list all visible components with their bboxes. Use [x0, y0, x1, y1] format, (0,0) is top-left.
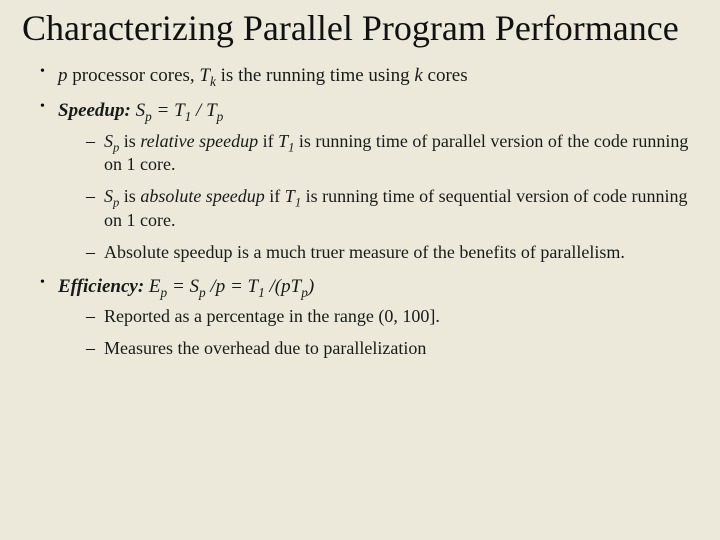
sub-absolute-speedup: Sp is absolute speedup if T1 is running … — [86, 185, 698, 233]
var-S: S — [190, 276, 200, 297]
sub-percentage-range: Reported as a percentage in the range (0… — [86, 305, 698, 329]
var-T: T — [206, 100, 217, 121]
efficiency-label: Efficiency: — [58, 276, 144, 297]
var-T: T — [199, 65, 210, 86]
var-T: T — [285, 186, 295, 206]
sub-1: 1 — [258, 285, 265, 300]
sub-p: p — [301, 285, 308, 300]
var-T: T — [278, 131, 288, 151]
speedup-sublist: Sp is relative speedup if T1 is running … — [58, 130, 698, 265]
div-p: /p = — [206, 276, 248, 297]
var-k: k — [414, 65, 422, 86]
text: is — [119, 131, 140, 151]
var-S: S — [136, 100, 146, 121]
var-T: T — [248, 276, 259, 297]
sub-p: p — [199, 285, 206, 300]
div: / — [191, 100, 206, 121]
bullet-list: p processor cores, Tk is the running tim… — [22, 63, 698, 360]
sub-relative-speedup: Sp is relative speedup if T1 is running … — [86, 130, 698, 178]
var-S: S — [104, 186, 113, 206]
sub-absolute-truer: Absolute speedup is a much truer measure… — [86, 241, 698, 265]
var-T: T — [174, 100, 185, 121]
slide: Characterizing Parallel Program Performa… — [0, 0, 720, 540]
div-open: /(p — [265, 276, 291, 297]
text: if — [258, 131, 278, 151]
sub-overhead: Measures the overhead due to paralleliza… — [86, 337, 698, 361]
text: processor cores, — [68, 65, 200, 86]
bullet-efficiency: Efficiency: Ep = Sp /p = T1 /(pTp) Repor… — [40, 274, 698, 361]
em-absolute: absolute speedup — [140, 186, 264, 206]
speedup-label: Speedup: — [58, 100, 131, 121]
bullet-processors: p processor cores, Tk is the running tim… — [40, 63, 698, 88]
eq: = — [167, 276, 189, 297]
var-S: S — [104, 131, 113, 151]
sub-p: p — [217, 109, 224, 124]
text: if — [265, 186, 285, 206]
eq: = — [152, 100, 174, 121]
bullet-speedup: Speedup: Sp = T1 / Tp Sp is relative spe… — [40, 98, 698, 264]
text: is — [119, 186, 140, 206]
em-relative: relative speedup — [140, 131, 258, 151]
var-T: T — [291, 276, 302, 297]
page-title: Characterizing Parallel Program Performa… — [22, 8, 698, 49]
sub-p: p — [145, 109, 152, 124]
text: is the running time using — [216, 65, 414, 86]
efficiency-sublist: Reported as a percentage in the range (0… — [58, 305, 698, 361]
var-p: p — [58, 65, 68, 86]
close-paren: ) — [308, 276, 314, 297]
var-E: E — [149, 276, 161, 297]
text: cores — [423, 65, 468, 86]
